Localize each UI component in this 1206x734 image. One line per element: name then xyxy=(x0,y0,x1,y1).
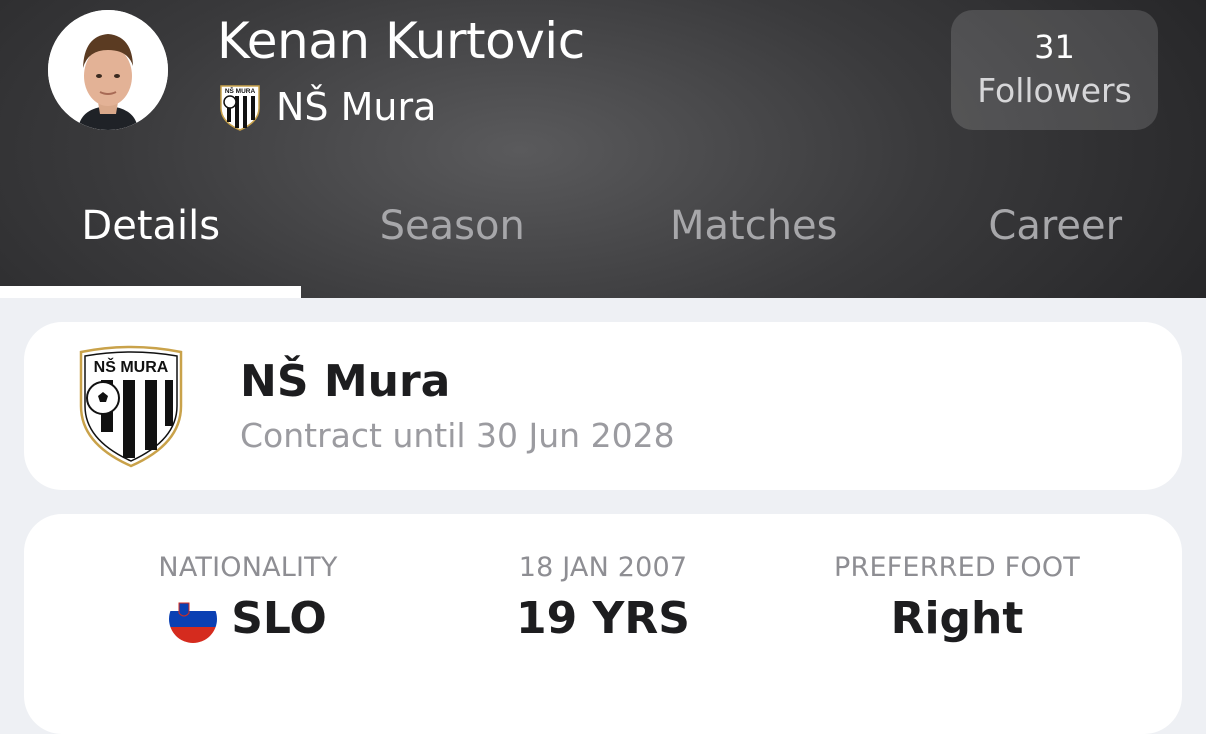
followers-count: 31 xyxy=(1034,26,1075,68)
nationality-label: NATIONALITY xyxy=(58,552,438,583)
age-value: 19 YRS xyxy=(413,593,793,644)
svg-text:NŠ MURA: NŠ MURA xyxy=(225,86,256,95)
active-tab-indicator xyxy=(0,286,301,298)
player-header: Kenan Kurtovic NŠ MURA NŠ Mura 31 Follow… xyxy=(0,0,1206,298)
preferred-foot-block: PREFERRED FOOT Right xyxy=(767,552,1147,644)
tab-career[interactable]: Career xyxy=(905,190,1206,298)
player-club-link[interactable]: NŠ MURA NŠ Mura xyxy=(218,80,436,134)
nationality-value: SLO xyxy=(231,593,327,644)
player-photo-icon xyxy=(48,10,168,130)
svg-text:NŠ MURA: NŠ MURA xyxy=(94,357,169,376)
contract-expiry: Contract until 30 Jun 2028 xyxy=(240,416,675,455)
club-crest-icon: NŠ MURA xyxy=(218,82,262,132)
tab-season[interactable]: Season xyxy=(302,190,604,298)
nationality-value-row: SLO xyxy=(58,593,438,644)
club-card[interactable]: NŠ MURA NŠ Mura Contract until 30 Jun 20… xyxy=(24,322,1182,490)
player-info-card: NATIONALITY SLO 18 JAN 2007 19 YRS PREFE… xyxy=(24,514,1182,734)
preferred-foot-label: PREFERRED FOOT xyxy=(767,552,1147,583)
slovenia-flag-icon xyxy=(169,595,217,643)
preferred-foot-value: Right xyxy=(767,593,1147,644)
tab-bar: Details Season Matches Career xyxy=(0,190,1206,298)
age-block: 18 JAN 2007 19 YRS xyxy=(413,552,793,644)
club-name: NŠ Mura xyxy=(240,356,450,407)
player-name: Kenan Kurtovic xyxy=(217,12,585,70)
tab-details[interactable]: Details xyxy=(0,190,302,298)
tab-matches[interactable]: Matches xyxy=(603,190,905,298)
club-crest-icon: NŠ MURA xyxy=(77,344,185,468)
nationality-block: NATIONALITY SLO xyxy=(58,552,438,644)
birth-date: 18 JAN 2007 xyxy=(413,552,793,583)
player-avatar[interactable] xyxy=(48,10,168,130)
followers-button[interactable]: 31 Followers xyxy=(951,10,1158,130)
followers-label: Followers xyxy=(977,68,1132,114)
player-club-name: NŠ Mura xyxy=(276,85,436,129)
